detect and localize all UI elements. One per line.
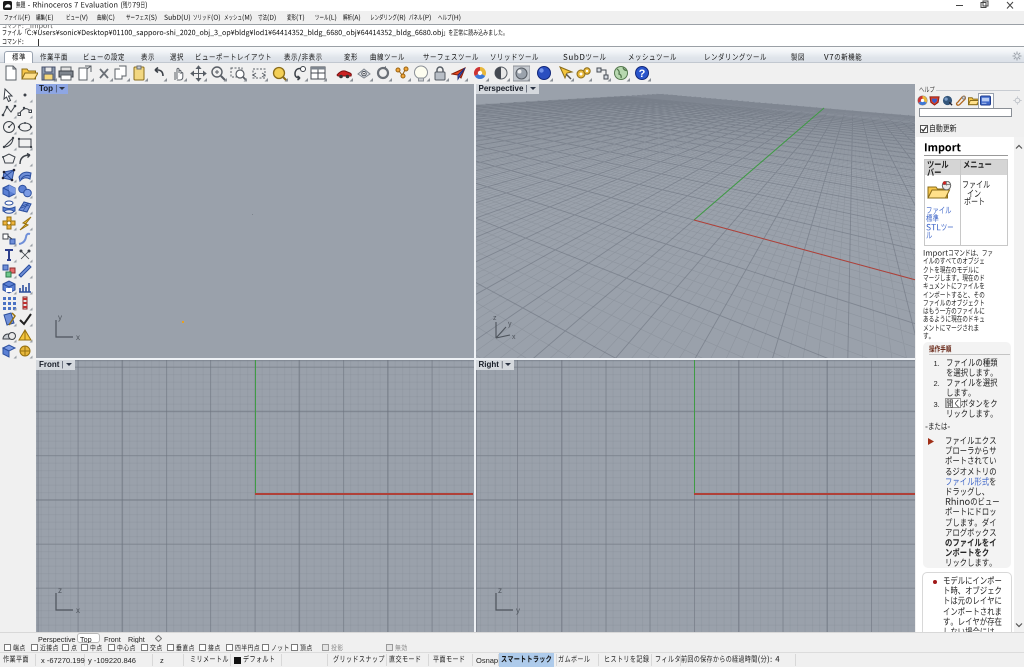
svg-text:z: z [498, 587, 502, 595]
svg-text:x: x [512, 334, 516, 341]
svg-text:z: z [493, 315, 497, 322]
svg-text:?: ? [639, 68, 646, 80]
svg-text:z: z [58, 587, 62, 595]
svg-text:y: y [508, 321, 512, 328]
svg-text:y: y [58, 314, 62, 322]
svg-text:x: x [76, 606, 80, 615]
svg-text:x: x [76, 333, 80, 342]
svg-text:y: y [516, 606, 520, 615]
